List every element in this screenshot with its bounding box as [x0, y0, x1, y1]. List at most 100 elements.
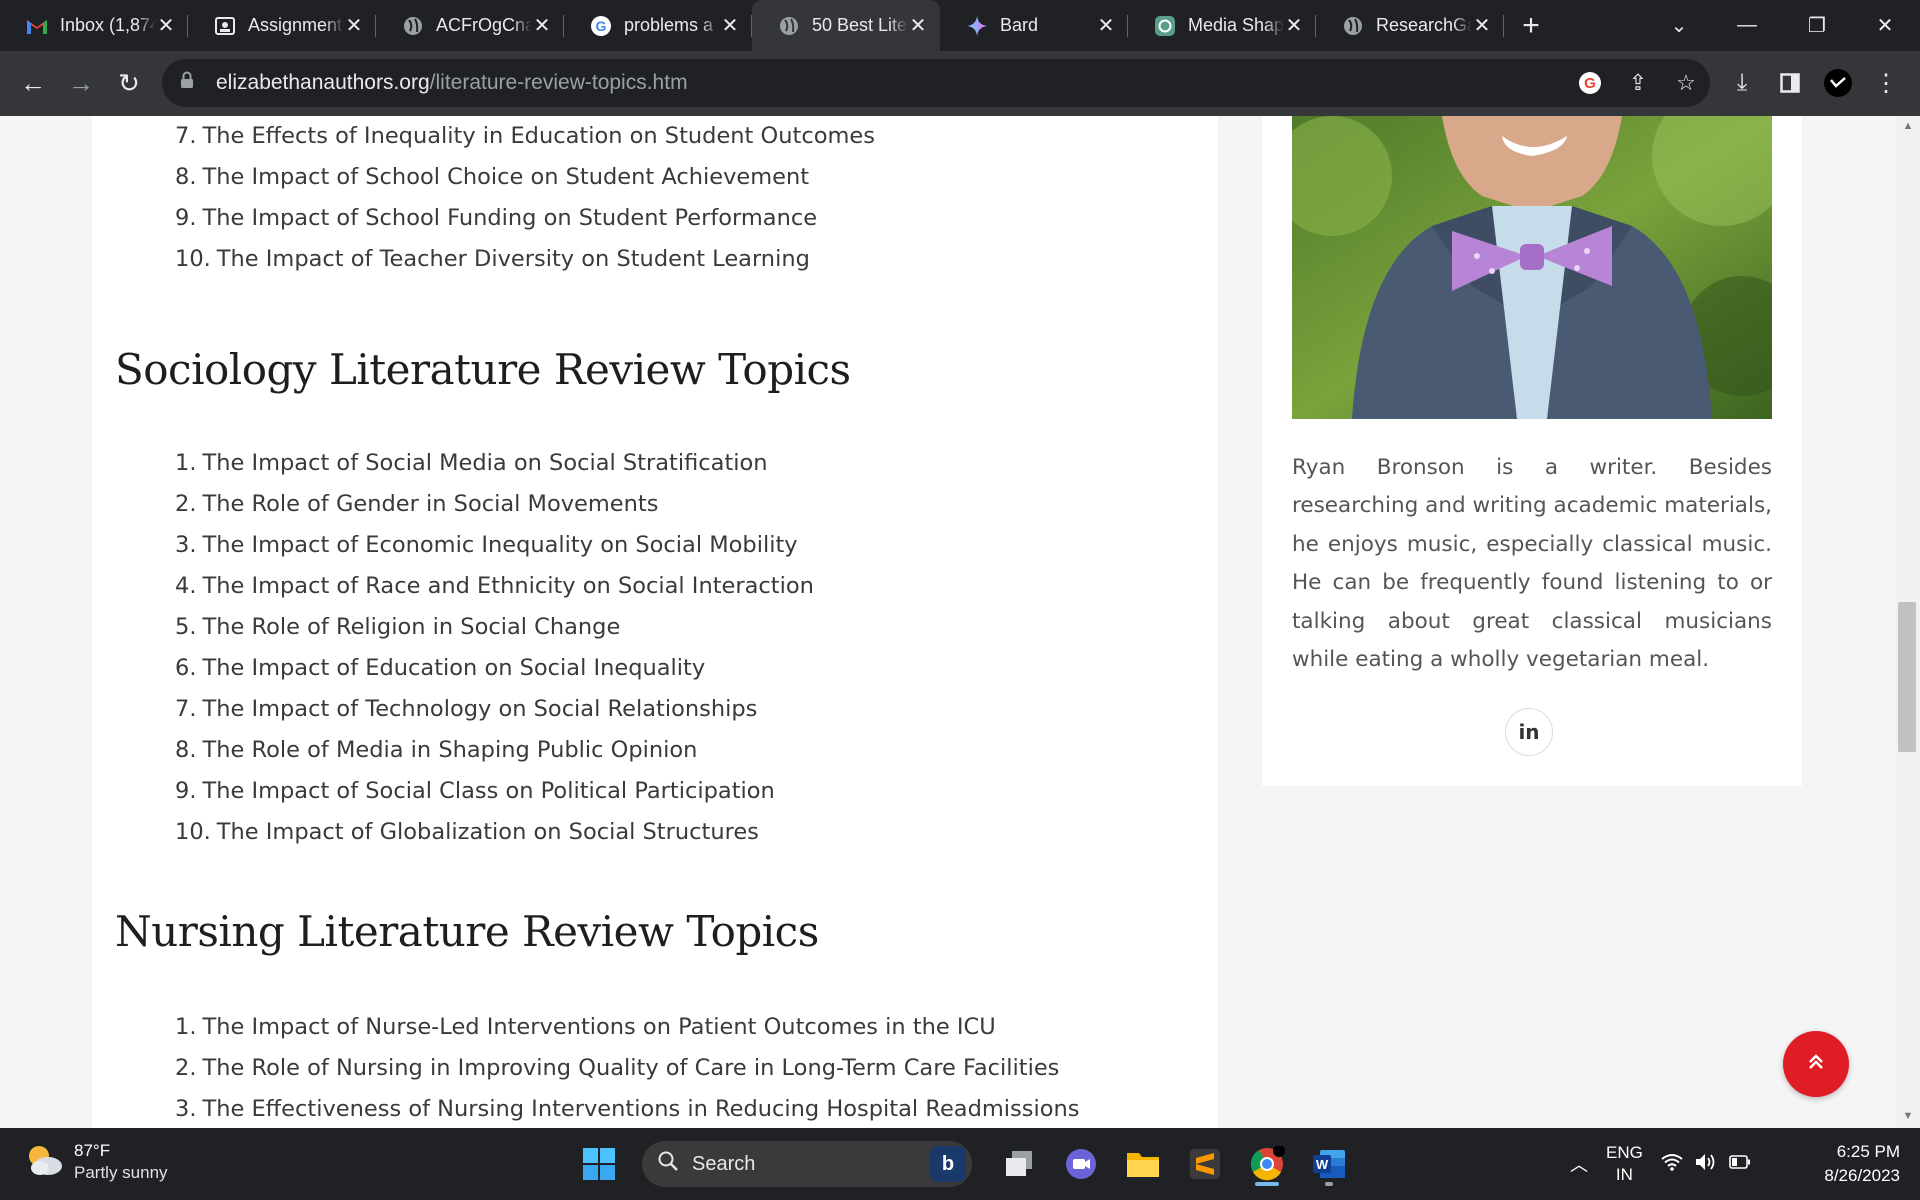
address-bar[interactable]: elizabethanauthors.org/literature-review… [162, 59, 1710, 107]
scroll-up-arrow-icon[interactable]: ▲ [1898, 120, 1918, 132]
svg-text:W: W [1316, 1157, 1329, 1172]
globe-icon [402, 15, 424, 37]
tab-media[interactable]: Media Shap ✕ [1128, 0, 1316, 51]
close-window-icon[interactable]: ✕ [1850, 0, 1920, 51]
sociology-heading: Sociology Literature Review Topics [115, 345, 851, 394]
tab-problems[interactable]: G problems a ✕ [564, 0, 752, 51]
list-item: 8. The Role of Media in Shaping Public Op… [175, 737, 698, 763]
reload-icon[interactable]: ↻ [105, 60, 153, 108]
close-icon[interactable]: ✕ [720, 13, 740, 38]
start-windows-icon[interactable] [568, 1140, 630, 1188]
close-icon[interactable]: ✕ [1472, 13, 1492, 38]
tab-gmail[interactable]: Inbox (1,874 ✕ [0, 0, 188, 51]
bookmark-star-icon[interactable]: ☆ [1662, 59, 1710, 107]
system-clock[interactable]: 6:25 PM 8/26/2023 [1800, 1140, 1900, 1188]
scroll-to-top-button[interactable] [1783, 1031, 1849, 1097]
running-app-indicator [1325, 1182, 1333, 1186]
volume-icon[interactable] [1695, 1152, 1717, 1177]
tab-acfr[interactable]: ACFrOgCna ✕ [376, 0, 564, 51]
google-icon: G [590, 15, 612, 37]
tab-title: 50 Best Lite [812, 15, 908, 35]
list-item: 2. The Role of Nursing in Improving Quali… [175, 1055, 1060, 1081]
tab-active-literature[interactable]: 50 Best Lite ✕ [752, 0, 940, 51]
close-icon[interactable]: ✕ [532, 13, 552, 38]
list-item: 3. The Effectiveness of Nursing Intervent… [175, 1096, 1080, 1122]
clock-time: 6:25 PM [1836, 1142, 1900, 1161]
double-chevron-up-icon [1807, 1050, 1825, 1078]
word-icon[interactable]: W [1298, 1140, 1360, 1188]
url-path: /literature-review-topics.htm [429, 71, 688, 94]
bard-icon [966, 15, 988, 37]
file-explorer-icon[interactable] [1112, 1140, 1174, 1188]
list-item: 2. The Role of Gender in Social Movements [175, 491, 659, 517]
browser-toolbar: ← → ↻ elizabethanauthors.org/literature-… [0, 51, 1920, 116]
nursing-topics-list: 1. The Impact of Nurse-Led Interventions … [175, 1007, 1079, 1128]
classroom-icon [214, 15, 236, 37]
url-host: elizabethanauthors.org [216, 71, 430, 94]
windows-taskbar: 87°F Partly sunny Search b W ︿ ENG IN 6:… [0, 1128, 1920, 1200]
gmail-icon [26, 15, 48, 37]
download-icon[interactable]: ⤓ [1718, 59, 1766, 107]
weather-temp: 87°F [74, 1141, 111, 1160]
tab-title: Assignment [248, 15, 343, 35]
back-arrow-icon[interactable]: ← [9, 60, 57, 108]
tab-assignment[interactable]: Assignment ✕ [188, 0, 376, 51]
search-placeholder: Search [692, 1152, 756, 1175]
chatgpt-icon [1154, 15, 1176, 37]
list-item: 1. The Impact of Nurse-Led Interventions … [175, 1014, 996, 1040]
tab-title: Media Shap [1188, 15, 1284, 35]
close-icon[interactable]: ✕ [156, 13, 176, 38]
list-item: 7. The Effects of Inequality in Education… [175, 123, 875, 149]
author-bio: Ryan Bronson is a writer. Besides resear… [1292, 455, 1772, 673]
bing-icon[interactable]: b [930, 1146, 966, 1182]
taskbar-search-box[interactable]: Search b [642, 1141, 972, 1187]
new-tab-plus-icon[interactable]: + [1504, 9, 1558, 43]
active-app-indicator [1255, 1182, 1279, 1186]
restore-icon[interactable]: ❐ [1782, 0, 1852, 51]
page-viewport: 7. The Effects of Inequality in Education… [0, 116, 1920, 1128]
system-tray: ︿ ENG IN [1570, 1128, 1751, 1200]
linkedin-icon[interactable]: in [1505, 708, 1553, 756]
weather-widget[interactable]: 87°F Partly sunny [24, 1140, 168, 1184]
show-hidden-icons-chevron-up-icon[interactable]: ︿ [1570, 1151, 1588, 1177]
tab-search-chevron-down-icon[interactable]: ⌄ [1644, 0, 1714, 51]
list-item: 4. The Impact of Race and Ethnicity on So… [175, 573, 814, 599]
forward-arrow-icon[interactable]: → [57, 60, 105, 108]
tab-title: Inbox (1,874 [60, 15, 156, 35]
close-icon[interactable]: ✕ [1096, 13, 1116, 38]
svg-text:G: G [596, 18, 607, 34]
list-item: 3. The Impact of Economic Inequality on S… [175, 532, 798, 558]
tab-researchgate[interactable]: ResearchGa ✕ [1316, 0, 1504, 51]
profile-avatar-icon[interactable] [1814, 59, 1862, 107]
task-view-icon[interactable] [988, 1140, 1050, 1188]
menu-kebab-icon[interactable]: ⋮ [1862, 59, 1910, 107]
close-icon[interactable]: ✕ [1284, 13, 1304, 38]
list-item: 9. The Impact of Social Class on Politica… [175, 778, 775, 804]
svg-text:G: G [1584, 75, 1596, 92]
tab-strip: Inbox (1,874 ✕ Assignment ✕ ACFrOgCna ✕ … [0, 0, 1920, 51]
scroll-down-arrow-icon[interactable]: ▼ [1898, 1110, 1918, 1122]
tab-bard[interactable]: Bard ✕ [940, 0, 1128, 51]
list-item: 7. The Impact of Technology on Social Rel… [175, 696, 758, 722]
tab-title: ACFrOgCna [436, 15, 532, 35]
google-lens-icon[interactable]: G [1566, 59, 1614, 107]
lock-icon[interactable] [180, 71, 202, 95]
share-icon[interactable]: ⇪ [1614, 59, 1662, 107]
close-icon[interactable]: ✕ [344, 13, 364, 38]
chrome-icon[interactable] [1236, 1140, 1298, 1188]
minimize-icon[interactable]: — [1712, 0, 1782, 51]
teams-chat-icon[interactable] [1050, 1140, 1112, 1188]
close-icon[interactable]: ✕ [908, 13, 928, 38]
battery-icon[interactable] [1729, 1154, 1751, 1174]
tab-title: Bard [1000, 15, 1039, 35]
author-card: Ryan Bronson is a writer. Besides resear… [1262, 116, 1802, 786]
list-item: 10. The Impact of Globalization on Social… [175, 819, 759, 845]
education-topics-list: 7. The Effects of Inequality in Education… [175, 116, 875, 280]
weather-desc: Partly sunny [74, 1163, 168, 1182]
tab-title: ResearchGa [1376, 15, 1472, 35]
wifi-icon[interactable] [1661, 1153, 1683, 1176]
sublime-text-icon[interactable] [1174, 1140, 1236, 1188]
side-panel-icon[interactable] [1766, 59, 1814, 107]
language-indicator[interactable]: ENG IN [1606, 1142, 1643, 1186]
scrollbar-thumb[interactable] [1898, 602, 1916, 752]
